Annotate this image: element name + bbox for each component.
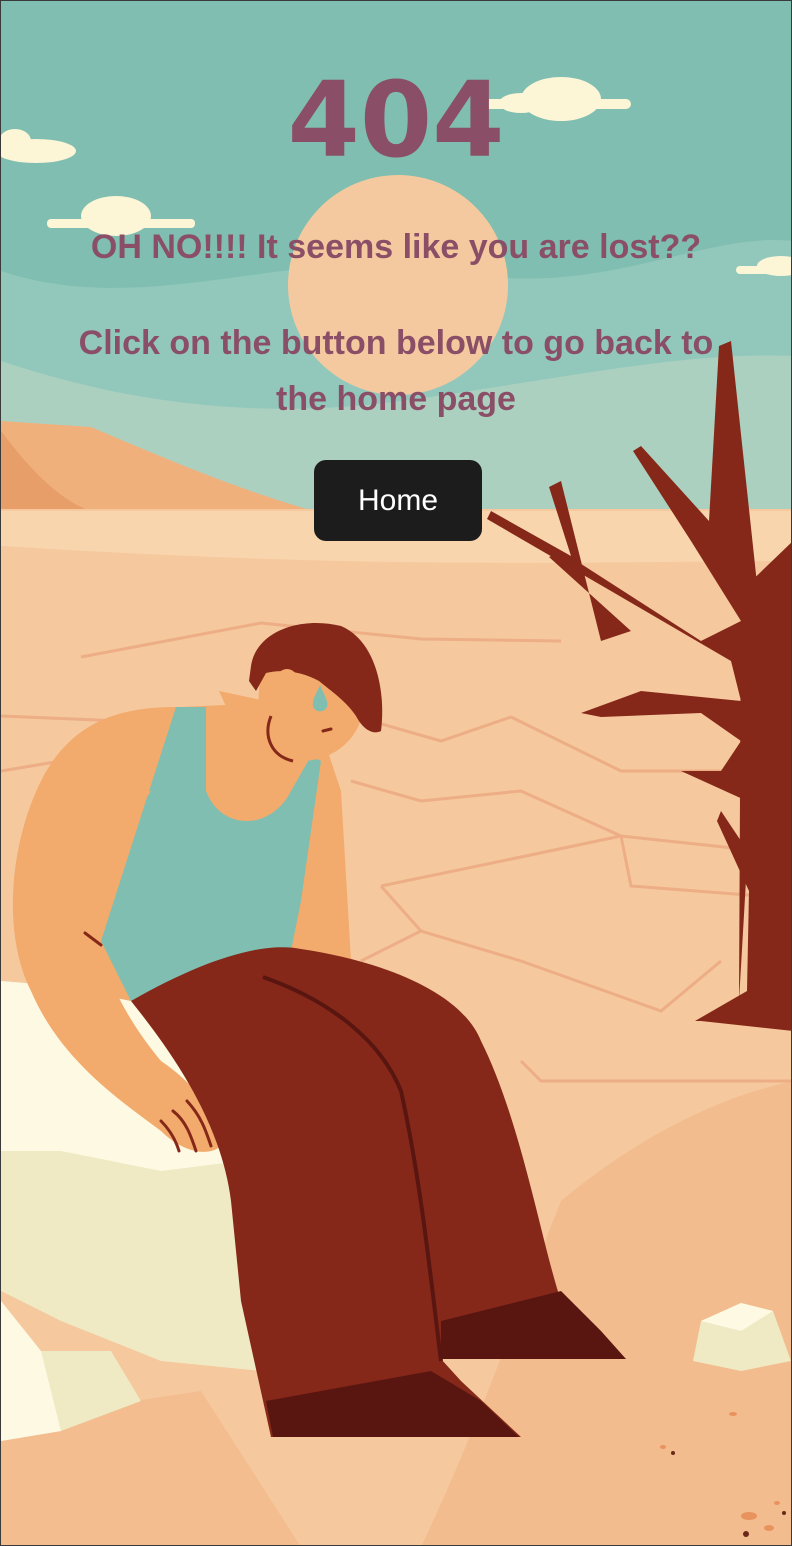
- instruction-message: Click on the button below to go back to …: [78, 324, 714, 418]
- not-found-page: 404 OH NO!!!! It seems like you are lost…: [0, 0, 792, 1546]
- home-button[interactable]: Home: [314, 460, 482, 541]
- error-code: 404: [287, 59, 505, 181]
- lost-message: OH NO!!!! It seems like you are lost??: [90, 228, 702, 266]
